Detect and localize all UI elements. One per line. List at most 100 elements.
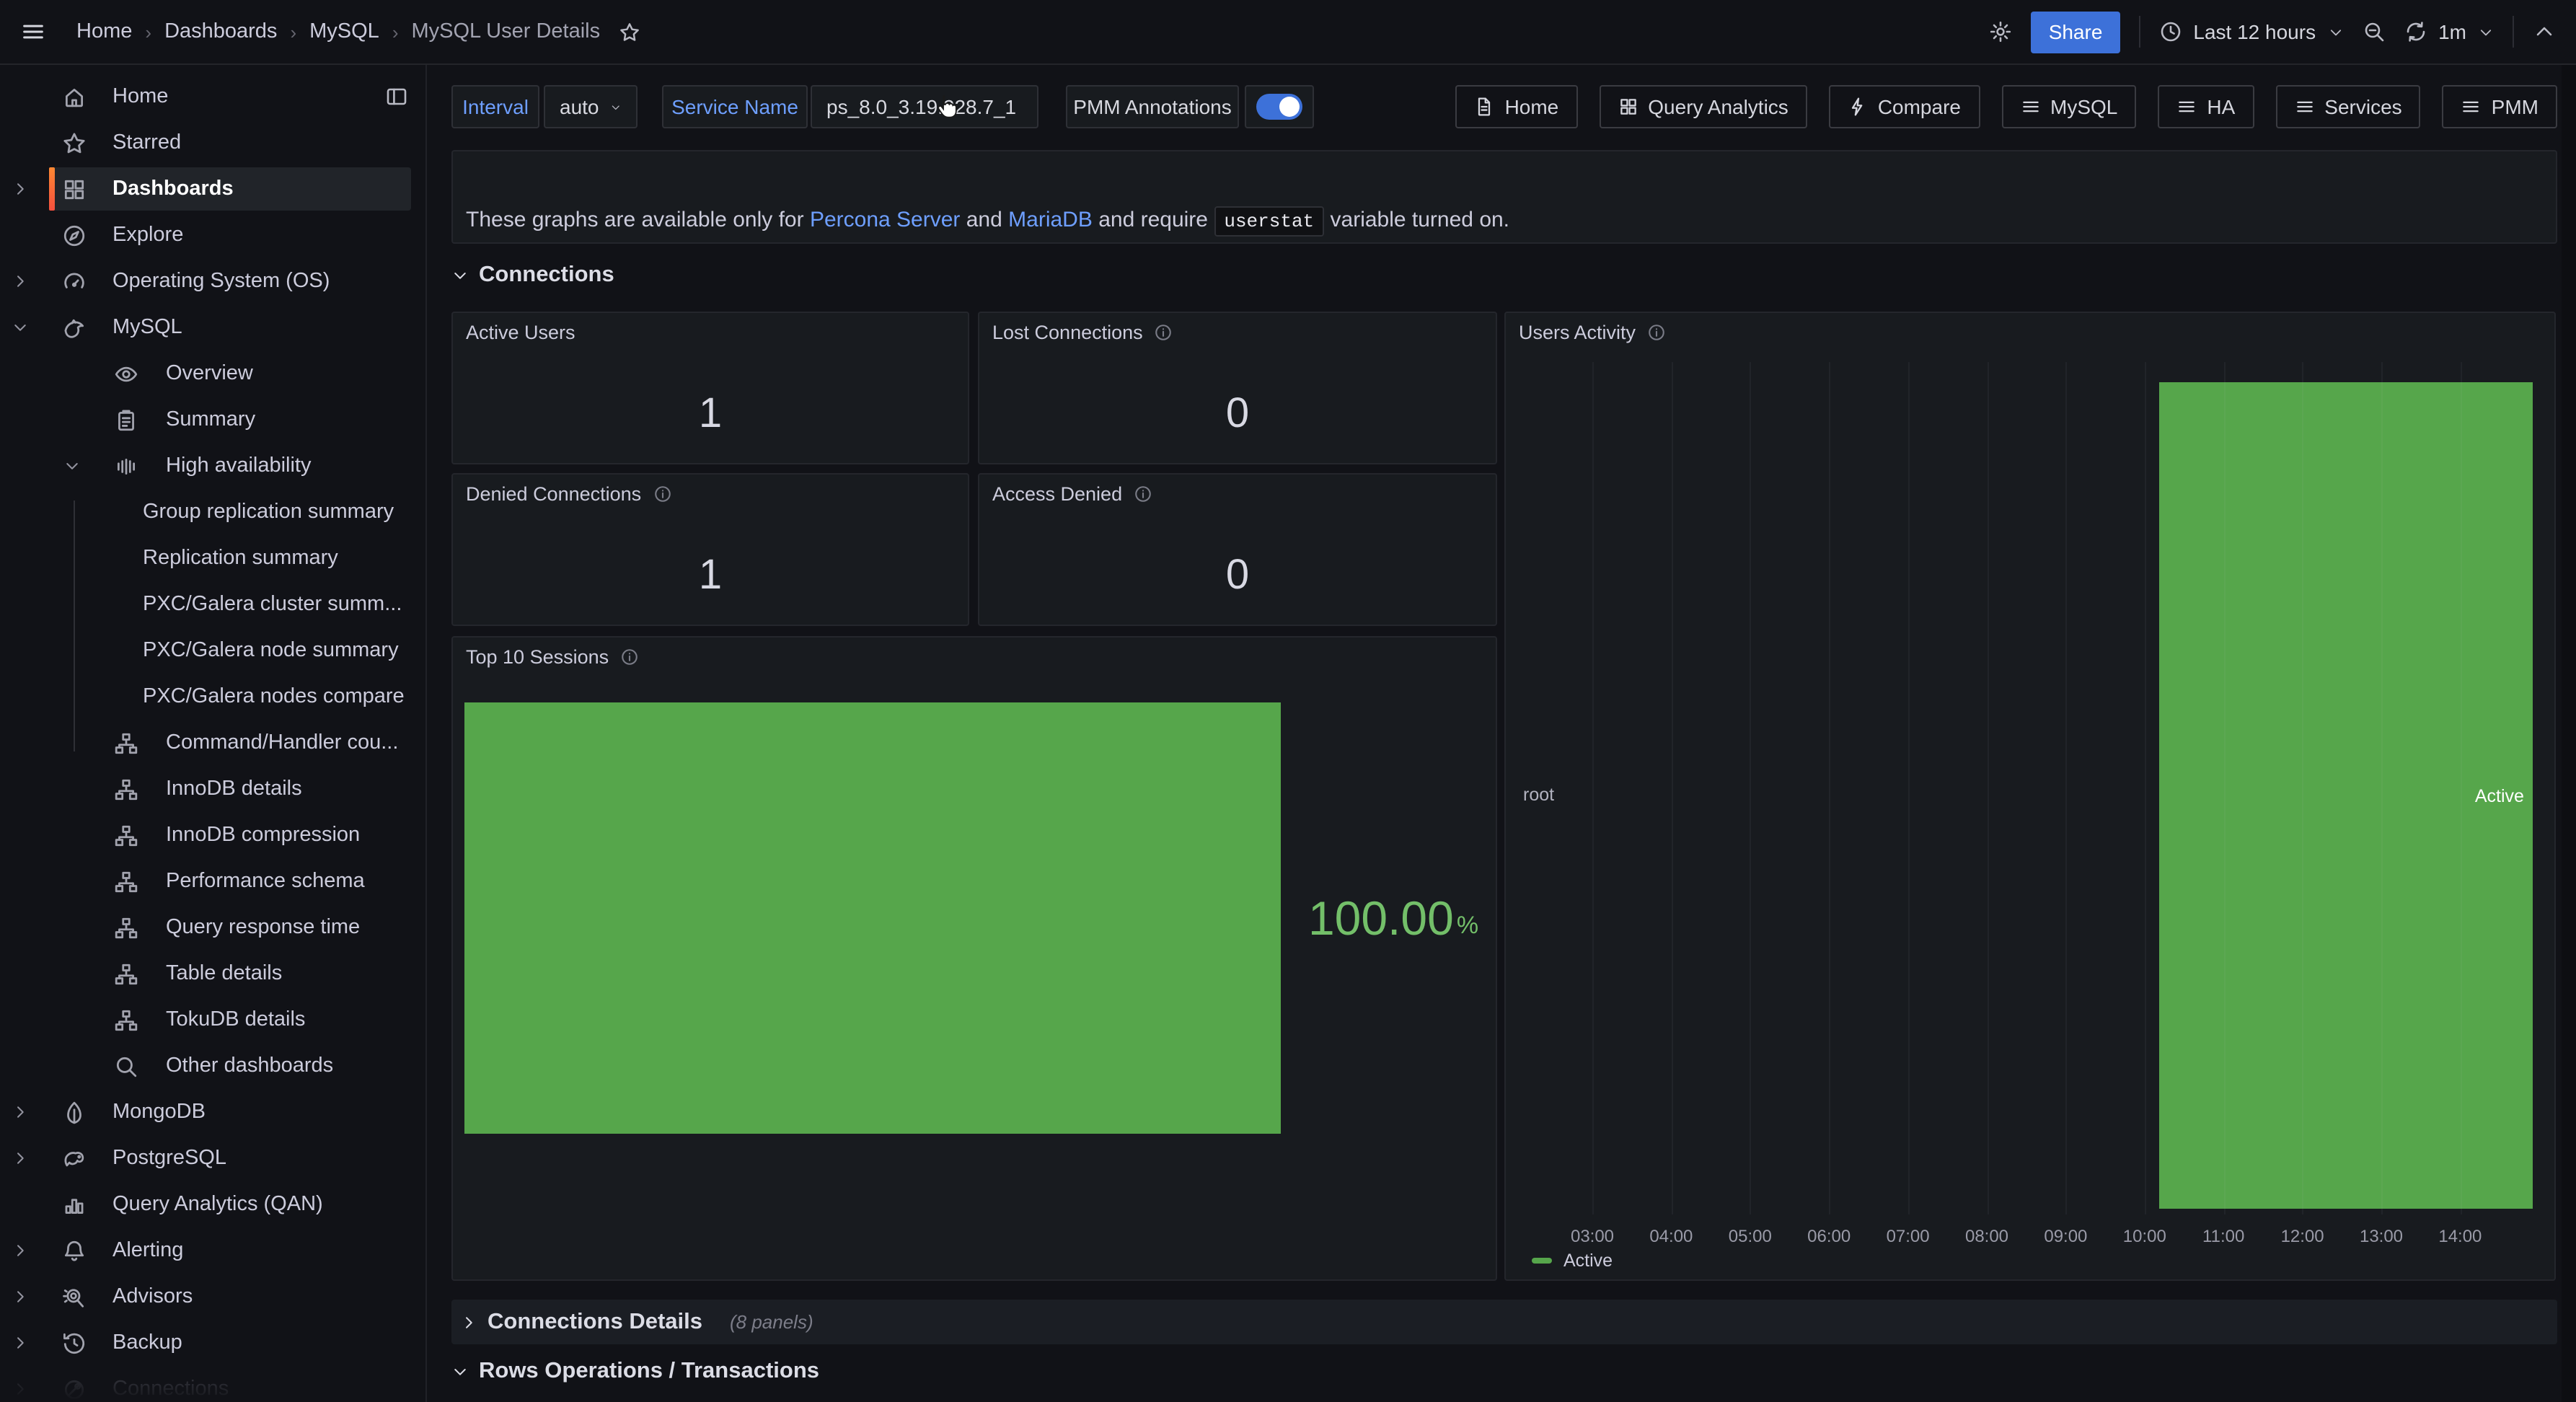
sidebar-item-operating-system-os[interactable]: Operating System (OS) (0, 258, 425, 304)
sidebar-item-dashboards[interactable]: Dashboards (0, 166, 425, 212)
notice-mid: and (960, 208, 1008, 232)
sidebar-item-advisors[interactable]: Advisors (0, 1274, 425, 1320)
refresh-icon (2404, 20, 2427, 43)
connections-section-header[interactable]: Connections (451, 263, 614, 288)
info-icon[interactable] (1155, 323, 1173, 342)
sidebar-item-overview[interactable]: Overview (0, 350, 425, 397)
chevron-right-icon (12, 1288, 29, 1305)
sidebar-item-label: TokuDB details (166, 1008, 305, 1031)
dashboard-link-compare[interactable]: Compare (1829, 85, 1980, 128)
sidebar-item-innodb-compression[interactable]: InnoDB compression (0, 812, 425, 858)
sidebar-item-label: Performance schema (166, 870, 365, 893)
top-sessions-bar[interactable] (464, 702, 1281, 1134)
info-icon[interactable] (620, 648, 639, 666)
dock-sidebar-icon[interactable] (385, 85, 408, 108)
state-bar-label: Active (2475, 785, 2524, 806)
mariadb-link[interactable]: MariaDB (1008, 208, 1093, 232)
dashboard-link-label: Home (1505, 95, 1559, 118)
favorite-star-icon[interactable] (619, 21, 640, 43)
users-activity-legend[interactable]: Active (1532, 1251, 1613, 1271)
sidebar-item-home[interactable]: Home (0, 74, 425, 120)
sidebar-item-label: PXC/Galera cluster summ... (143, 593, 402, 616)
sidebar-item-label: Dashboards (113, 177, 234, 200)
sidebar-indent-line (74, 501, 75, 751)
zoom-out-icon[interactable] (2362, 20, 2385, 43)
hamburger-menu-icon[interactable] (20, 19, 46, 45)
sidebar-item-high-availability[interactable]: High availability (0, 443, 425, 489)
users-activity-active-bar[interactable]: Active (2159, 382, 2533, 1209)
sidebar-item-command-handler-cou[interactable]: Command/Handler cou... (0, 720, 425, 766)
chevron-right-icon (12, 273, 29, 290)
sidebar-item-starred[interactable]: Starred (0, 120, 425, 166)
sidebar-item-summary[interactable]: Summary (0, 397, 425, 443)
info-icon[interactable] (1134, 485, 1152, 503)
menu-icon (2176, 97, 2197, 117)
sidebar-item-label: InnoDB details (166, 777, 302, 801)
active-users-value: 1 (453, 376, 968, 451)
breadcrumb-current-page: MySQL User Details (412, 20, 601, 43)
connections-details-row[interactable]: Connections Details (8 panels) (451, 1300, 2557, 1344)
rows-operations-section-header[interactable]: Rows Operations / Transactions (451, 1359, 819, 1385)
breadcrumb-dashboards[interactable]: Dashboards (164, 20, 277, 43)
chevron-right-icon (12, 1150, 29, 1167)
info-icon[interactable] (1647, 323, 1666, 342)
sidebar-item-other-dashboards[interactable]: Other dashboards (0, 1043, 425, 1089)
sidebar-item-mongodb[interactable]: MongoDB (0, 1089, 425, 1135)
notice-prefix: These graphs are available only for (466, 208, 810, 232)
dolphin-icon (62, 315, 87, 340)
sidebar-item-query-analytics-qan[interactable]: Query Analytics (QAN) (0, 1181, 425, 1227)
chevron-down-icon (2478, 24, 2494, 40)
gridline (2223, 362, 2225, 1214)
refresh-picker[interactable]: 1m (2404, 20, 2494, 43)
barchart-icon (62, 1192, 87, 1217)
sidebar-item-table-details[interactable]: Table details (0, 951, 425, 997)
breadcrumb-separator: › (290, 21, 296, 43)
share-button[interactable]: Share (2032, 11, 2120, 53)
breadcrumb: Home › Dashboards › MySQL › MySQL User D… (76, 20, 640, 43)
sidebar-item-explore[interactable]: Explore (0, 212, 425, 258)
dashboard-link-pmm[interactable]: PMM (2443, 85, 2557, 128)
gridline (1750, 362, 1752, 1214)
collapse-controls-chevron-up-icon[interactable] (2533, 20, 2556, 43)
sidebar-item-innodb-details[interactable]: InnoDB details (0, 766, 425, 812)
breadcrumb-mysql[interactable]: MySQL (309, 20, 379, 43)
sidebar-item-pxc-galera-node-summary[interactable]: PXC/Galera node summary (0, 627, 425, 674)
star-icon (62, 131, 87, 155)
dashboard-link-services[interactable]: Services (2275, 85, 2420, 128)
dashboard-settings-gear-icon[interactable] (1990, 20, 2013, 43)
gridline (1671, 362, 1672, 1214)
dashboard-link-mysql[interactable]: MySQL (2001, 85, 2136, 128)
scrollbar-track[interactable] (2562, 65, 2576, 1402)
gridline (1592, 362, 1594, 1214)
sidebar-item-performance-schema[interactable]: Performance schema (0, 858, 425, 904)
menu-icon (2020, 97, 2040, 117)
sidebar-item-pxc-galera-nodes-compare[interactable]: PXC/Galera nodes compare (0, 674, 425, 720)
x-axis-tick-label: 10:00 (2123, 1226, 2166, 1246)
service-name-dropdown[interactable]: ps_8.0_3.19.228.7_1 (811, 85, 1038, 128)
sidebar-item-tokudb-details[interactable]: TokuDB details (0, 997, 425, 1043)
info-icon[interactable] (653, 485, 671, 503)
dashboard-link-ha[interactable]: HA (2158, 85, 2254, 128)
sitemap-icon (114, 777, 138, 801)
dashboard-link-home[interactable]: Home (1456, 85, 1578, 128)
interval-variable-dropdown[interactable]: auto (544, 85, 638, 128)
percona-server-link[interactable]: Percona Server (810, 208, 960, 232)
sidebar-item-alerting[interactable]: Alerting (0, 1227, 425, 1274)
sidebar-item-replication-summary[interactable]: Replication summary (0, 535, 425, 581)
pmm-annotations-toggle[interactable] (1256, 94, 1302, 120)
time-range-picker[interactable]: Last 12 hours (2158, 20, 2343, 43)
dashboard-links-toolbar: Home Query Analytics Compare MySQL HA Se… (1456, 85, 2557, 128)
panel-title: Active Users (466, 322, 575, 343)
sidebar-item-group-replication-summary[interactable]: Group replication summary (0, 489, 425, 535)
history-icon (62, 1331, 87, 1355)
sidebar-item-postgresql[interactable]: PostgreSQL (0, 1135, 425, 1181)
sidebar-item-query-response-time[interactable]: Query response time (0, 904, 425, 951)
clock-icon (2158, 20, 2182, 43)
breadcrumb-home[interactable]: Home (76, 20, 132, 43)
sidebar-item-pxc-galera-cluster-summ[interactable]: PXC/Galera cluster summ... (0, 581, 425, 627)
panel-title: Access Denied (992, 483, 1122, 505)
sidebar-item-mysql[interactable]: MySQL (0, 304, 425, 350)
dashboard-link-query-analytics[interactable]: Query Analytics (1599, 85, 1807, 128)
sidebar-item-label: Other dashboards (166, 1054, 333, 1077)
x-axis-tick-label: 14:00 (2438, 1226, 2482, 1246)
